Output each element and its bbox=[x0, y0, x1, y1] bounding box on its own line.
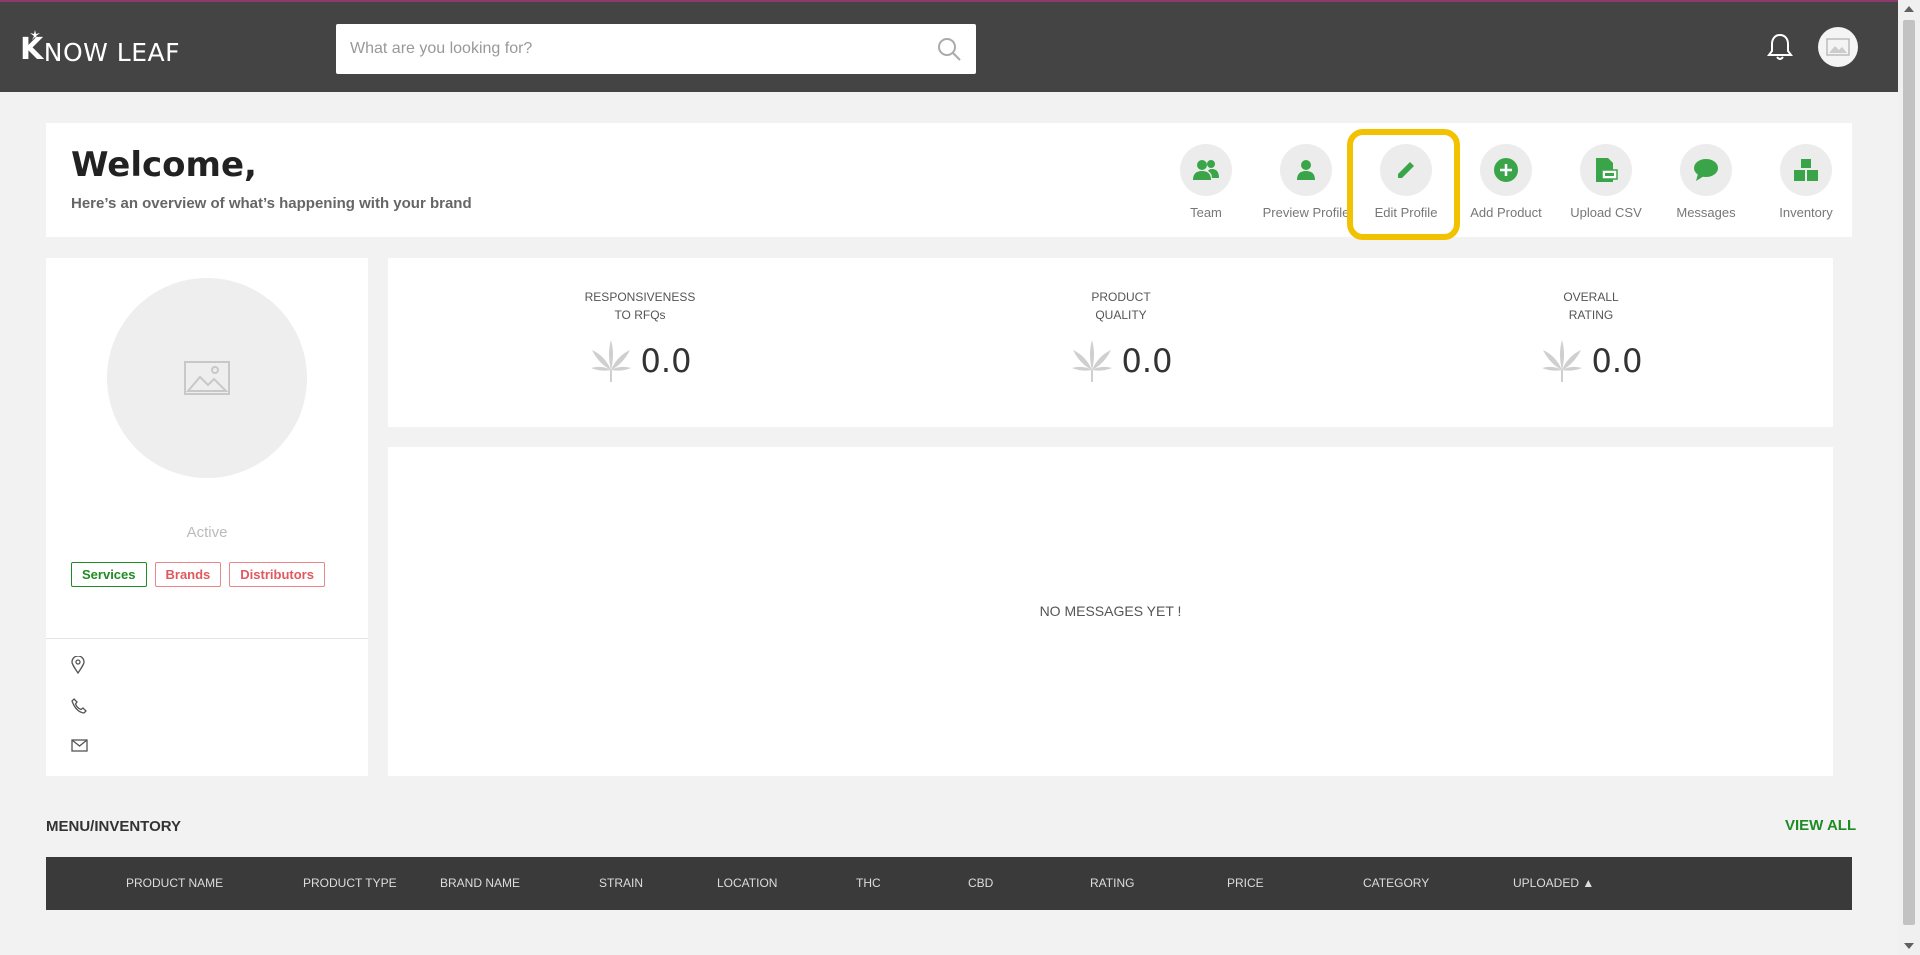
rating-value: 0.0 bbox=[640, 342, 692, 380]
messages-card: NO MESSAGES YET ! bbox=[388, 447, 1833, 776]
page-title: Welcome, bbox=[71, 145, 257, 185]
no-messages-text: NO MESSAGES YET ! bbox=[1039, 603, 1182, 619]
scroll-thumb[interactable] bbox=[1903, 20, 1915, 925]
profile-card: Active Services Brands Distributors bbox=[46, 258, 368, 776]
profile-divider bbox=[46, 638, 368, 639]
column-product-name[interactable]: PRODUCT NAME bbox=[126, 876, 223, 890]
notification-bell-icon[interactable] bbox=[1767, 32, 1793, 62]
rating-title-line2: QUALITY bbox=[1095, 308, 1147, 322]
cannabis-leaf-icon bbox=[1541, 340, 1582, 382]
rating-title-line1: RESPONSIVENESS bbox=[584, 290, 696, 304]
add-product-label: Add Product bbox=[1470, 205, 1542, 220]
column-price[interactable]: PRICE bbox=[1227, 876, 1264, 890]
scroll-up-arrow-icon[interactable] bbox=[1904, 6, 1914, 12]
csv-file-icon bbox=[1596, 158, 1618, 182]
scroll-down-arrow-icon[interactable] bbox=[1904, 943, 1914, 949]
image-placeholder-icon bbox=[1826, 38, 1850, 56]
welcome-subtitle: Here’s an overview of what’s happening w… bbox=[71, 195, 472, 212]
search-bar bbox=[336, 24, 976, 74]
vertical-scrollbar[interactable] bbox=[1898, 0, 1920, 955]
view-all-link[interactable]: VIEW ALL bbox=[1785, 817, 1856, 834]
column-uploaded[interactable]: UPLOADED ▲ bbox=[1513, 876, 1594, 890]
rating-title-line2: TO RFQs bbox=[614, 308, 666, 322]
profile-status: Active bbox=[186, 524, 228, 541]
mail-icon bbox=[71, 739, 88, 752]
column-strain[interactable]: STRAIN bbox=[599, 876, 643, 890]
column-category[interactable]: CATEGORY bbox=[1363, 876, 1429, 890]
messages-label: Messages bbox=[1676, 205, 1736, 220]
preview-profile-label: Preview Profile bbox=[1262, 205, 1350, 220]
team-icon bbox=[1193, 160, 1219, 180]
team-label: Team bbox=[1190, 205, 1222, 220]
edit-profile-highlight bbox=[1347, 129, 1460, 240]
profile-picture[interactable] bbox=[107, 278, 307, 478]
sort-ascending-icon: ▲ bbox=[1582, 876, 1595, 890]
ratings-card: RESPONSIVENESS TO RFQs 0.0 PRODUCT QUALI… bbox=[388, 258, 1833, 427]
search-input[interactable] bbox=[336, 24, 896, 74]
logo-text: NOW LEAF bbox=[43, 38, 181, 67]
cannabis-leaf-icon bbox=[1071, 340, 1112, 382]
column-cbd[interactable]: CBD bbox=[968, 876, 993, 890]
upload-csv-label: Upload CSV bbox=[1570, 205, 1642, 220]
inventory-section-title: MENU/INVENTORY bbox=[46, 818, 182, 835]
team-button[interactable]: Team bbox=[1156, 144, 1256, 220]
brand-logo[interactable]: K NOW LEAF bbox=[20, 30, 181, 67]
profile-tags: Services Brands Distributors bbox=[71, 562, 325, 587]
add-product-button[interactable]: Add Product bbox=[1456, 144, 1556, 220]
boxes-icon bbox=[1794, 159, 1818, 181]
rating-value: 0.0 bbox=[1121, 342, 1173, 380]
image-placeholder-icon bbox=[184, 361, 230, 395]
chat-bubble-icon bbox=[1694, 159, 1718, 181]
column-product-type[interactable]: PRODUCT TYPE bbox=[303, 876, 397, 890]
phone-icon bbox=[71, 698, 87, 714]
column-thc[interactable]: THC bbox=[856, 876, 881, 890]
plus-circle-icon bbox=[1494, 158, 1518, 182]
messages-button[interactable]: Messages bbox=[1656, 144, 1756, 220]
column-uploaded-label: UPLOADED bbox=[1513, 876, 1580, 890]
location-pin-icon bbox=[71, 656, 85, 674]
rating-title-line1: PRODUCT bbox=[1091, 290, 1151, 304]
search-icon[interactable] bbox=[936, 36, 962, 62]
preview-profile-button[interactable]: Preview Profile bbox=[1256, 144, 1356, 220]
inventory-button[interactable]: Inventory bbox=[1756, 144, 1856, 220]
rating-title-line1: OVERALL bbox=[1563, 290, 1619, 304]
logo-leaf-icon bbox=[30, 30, 40, 40]
welcome-card: Welcome, Here’s an overview of what’s ha… bbox=[46, 123, 1852, 237]
top-navbar: K NOW LEAF bbox=[0, 0, 1898, 92]
rating-product-quality: PRODUCT QUALITY 0.0 bbox=[1021, 288, 1221, 384]
cannabis-leaf-icon bbox=[590, 340, 631, 382]
tag-brands[interactable]: Brands bbox=[154, 562, 222, 587]
tag-services[interactable]: Services bbox=[71, 562, 147, 587]
rating-overall: OVERALL RATING 0.0 bbox=[1491, 288, 1691, 384]
inventory-table-header: PRODUCT NAME PRODUCT TYPE BRAND NAME STR… bbox=[46, 857, 1852, 910]
inventory-label: Inventory bbox=[1779, 205, 1833, 220]
column-location[interactable]: LOCATION bbox=[717, 876, 777, 890]
rating-title-line2: RATING bbox=[1568, 308, 1614, 322]
column-brand-name[interactable]: BRAND NAME bbox=[440, 876, 520, 890]
quick-actions: Team Preview Profile Edit Profile Add Pr… bbox=[1156, 144, 1856, 220]
rating-value: 0.0 bbox=[1591, 342, 1643, 380]
person-icon bbox=[1297, 160, 1315, 180]
user-avatar[interactable] bbox=[1818, 27, 1858, 67]
upload-csv-button[interactable]: Upload CSV bbox=[1556, 144, 1656, 220]
tag-distributors[interactable]: Distributors bbox=[229, 562, 325, 587]
rating-responsiveness: RESPONSIVENESS TO RFQs 0.0 bbox=[540, 288, 740, 384]
column-rating[interactable]: RATING bbox=[1090, 876, 1134, 890]
